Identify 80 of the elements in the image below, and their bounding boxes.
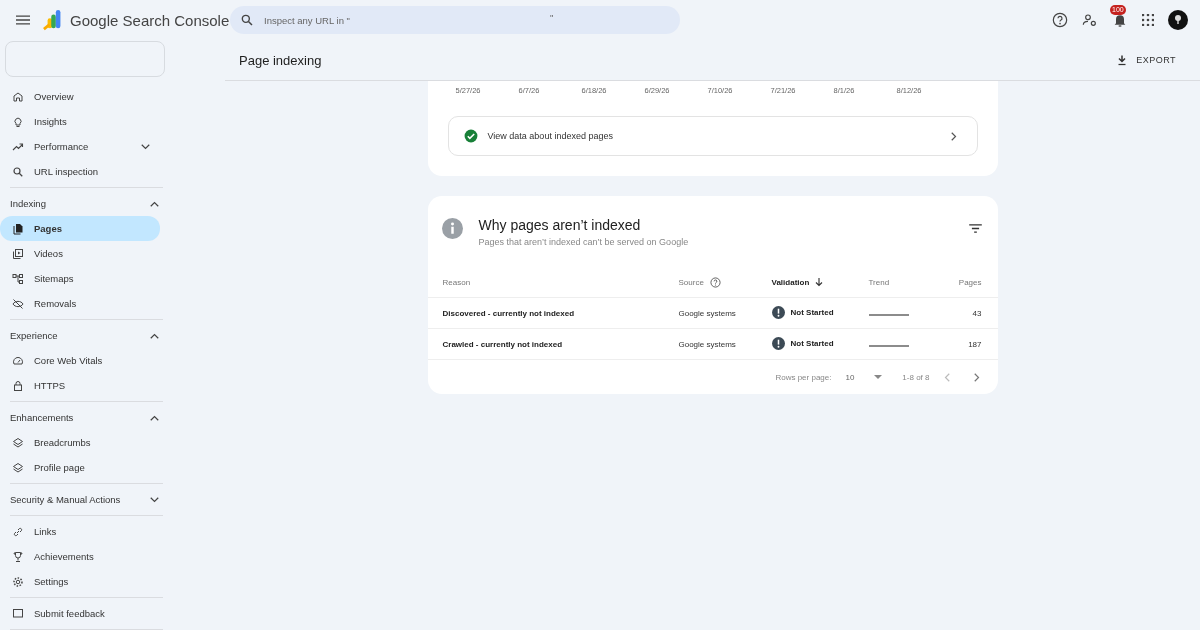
link-icon <box>12 525 24 538</box>
column-header: Reason <box>427 267 679 298</box>
apps-grid-icon[interactable] <box>1142 14 1154 26</box>
page-title: Page indexing <box>239 52 322 68</box>
search-icon <box>240 13 254 27</box>
validation-status: Not Started <box>790 338 834 348</box>
export-button[interactable]: EXPORT <box>1112 50 1180 70</box>
filter-icon[interactable] <box>968 224 982 233</box>
chevron-right-icon <box>950 131 957 141</box>
sitemap-icon <box>12 272 24 285</box>
help-icon[interactable] <box>1052 12 1068 28</box>
card-title: Why pages aren’t indexed <box>478 217 642 233</box>
validation-status: Not Started <box>790 307 834 317</box>
nav-item[interactable]: Removals <box>0 291 160 316</box>
settings-icon <box>12 575 24 588</box>
column-header[interactable]: Validation <box>771 277 810 287</box>
exclamation-icon <box>771 305 785 319</box>
search-placeholder-quote: " <box>549 11 554 23</box>
trend-icon <box>12 140 24 153</box>
nav-item[interactable]: Overview <box>0 84 160 109</box>
app-title: Google Search Console <box>70 11 230 29</box>
pages-icon <box>12 222 24 235</box>
lightbulb-icon <box>12 115 24 128</box>
page-range: 1-8 of 8 <box>902 372 930 382</box>
rows-per-page-label: Rows per page: <box>775 372 832 382</box>
nav-item[interactable]: Links <box>0 519 160 544</box>
video-icon <box>12 247 24 260</box>
info-icon <box>441 218 463 239</box>
column-header: Pages <box>928 267 998 298</box>
table-cell: Google systems <box>678 297 772 329</box>
table-cell: Crawled - currently not indexed <box>427 328 679 360</box>
search-field[interactable]: Inspect any URL in " " <box>230 6 680 34</box>
rows-per-page-select[interactable]: 10 <box>845 372 883 382</box>
nav-item[interactable]: Pages <box>0 216 160 241</box>
section-header[interactable]: Enhancements <box>10 405 163 430</box>
table-cell: Google systems <box>678 328 772 360</box>
next-page-icon[interactable] <box>973 372 980 382</box>
search-placeholder: Inspect any URL in " <box>264 14 350 26</box>
nav-item[interactable]: Profile page <box>0 455 160 480</box>
column-header: Source <box>678 277 704 287</box>
sort-arrow-icon[interactable] <box>815 277 824 287</box>
table-cell: 43 <box>928 297 998 329</box>
home-icon <box>12 90 24 103</box>
nav-item[interactable]: Videos <box>0 241 160 266</box>
check-circle-icon <box>463 129 478 143</box>
trophy-icon <box>12 550 24 563</box>
hidden-eye-icon <box>12 297 24 310</box>
nav-item[interactable]: Sitemaps <box>0 266 160 291</box>
avatar[interactable] <box>1168 10 1188 30</box>
download-icon <box>1116 54 1129 66</box>
section-header[interactable]: Security & Manual Actions <box>10 487 163 512</box>
nav-item[interactable]: URL inspection <box>0 159 160 184</box>
nav-item[interactable]: Achievements <box>0 544 160 569</box>
trend-line <box>868 344 909 347</box>
section-header[interactable]: Indexing <box>10 191 163 216</box>
card-subtitle: Pages that aren’t indexed can’t be served on Google <box>478 237 690 247</box>
table-cell: Discovered - currently not indexed <box>427 297 679 329</box>
gauge-icon <box>12 354 24 367</box>
layers-icon <box>12 436 24 449</box>
trend-line <box>868 313 909 316</box>
nav-item[interactable]: Breadcrumbs <box>0 430 160 455</box>
nav-item[interactable]: Core Web Vitals <box>0 348 160 373</box>
dropdown-caret-icon <box>874 375 883 379</box>
section-header[interactable]: Experience <box>10 323 163 348</box>
nav-item[interactable]: Settings <box>0 569 160 594</box>
column-header: Trend <box>868 267 929 298</box>
menu-icon[interactable] <box>16 15 30 25</box>
feedback-icon <box>12 607 24 620</box>
layers-icon <box>12 461 24 474</box>
nav-item[interactable]: Performance <box>0 134 160 159</box>
table-cell: 187 <box>928 328 998 360</box>
exclamation-icon <box>771 336 785 350</box>
indexed-pages-link[interactable]: View data about indexed pages <box>447 116 978 156</box>
bell-icon[interactable] <box>1112 12 1128 28</box>
nav-item[interactable]: Insights <box>0 109 160 134</box>
lock-icon <box>12 379 24 392</box>
search-icon <box>12 165 24 178</box>
user-settings-icon[interactable] <box>1082 12 1098 28</box>
nav-item[interactable]: HTTPS <box>0 373 160 398</box>
nav-item[interactable]: Submit feedback <box>0 601 160 626</box>
